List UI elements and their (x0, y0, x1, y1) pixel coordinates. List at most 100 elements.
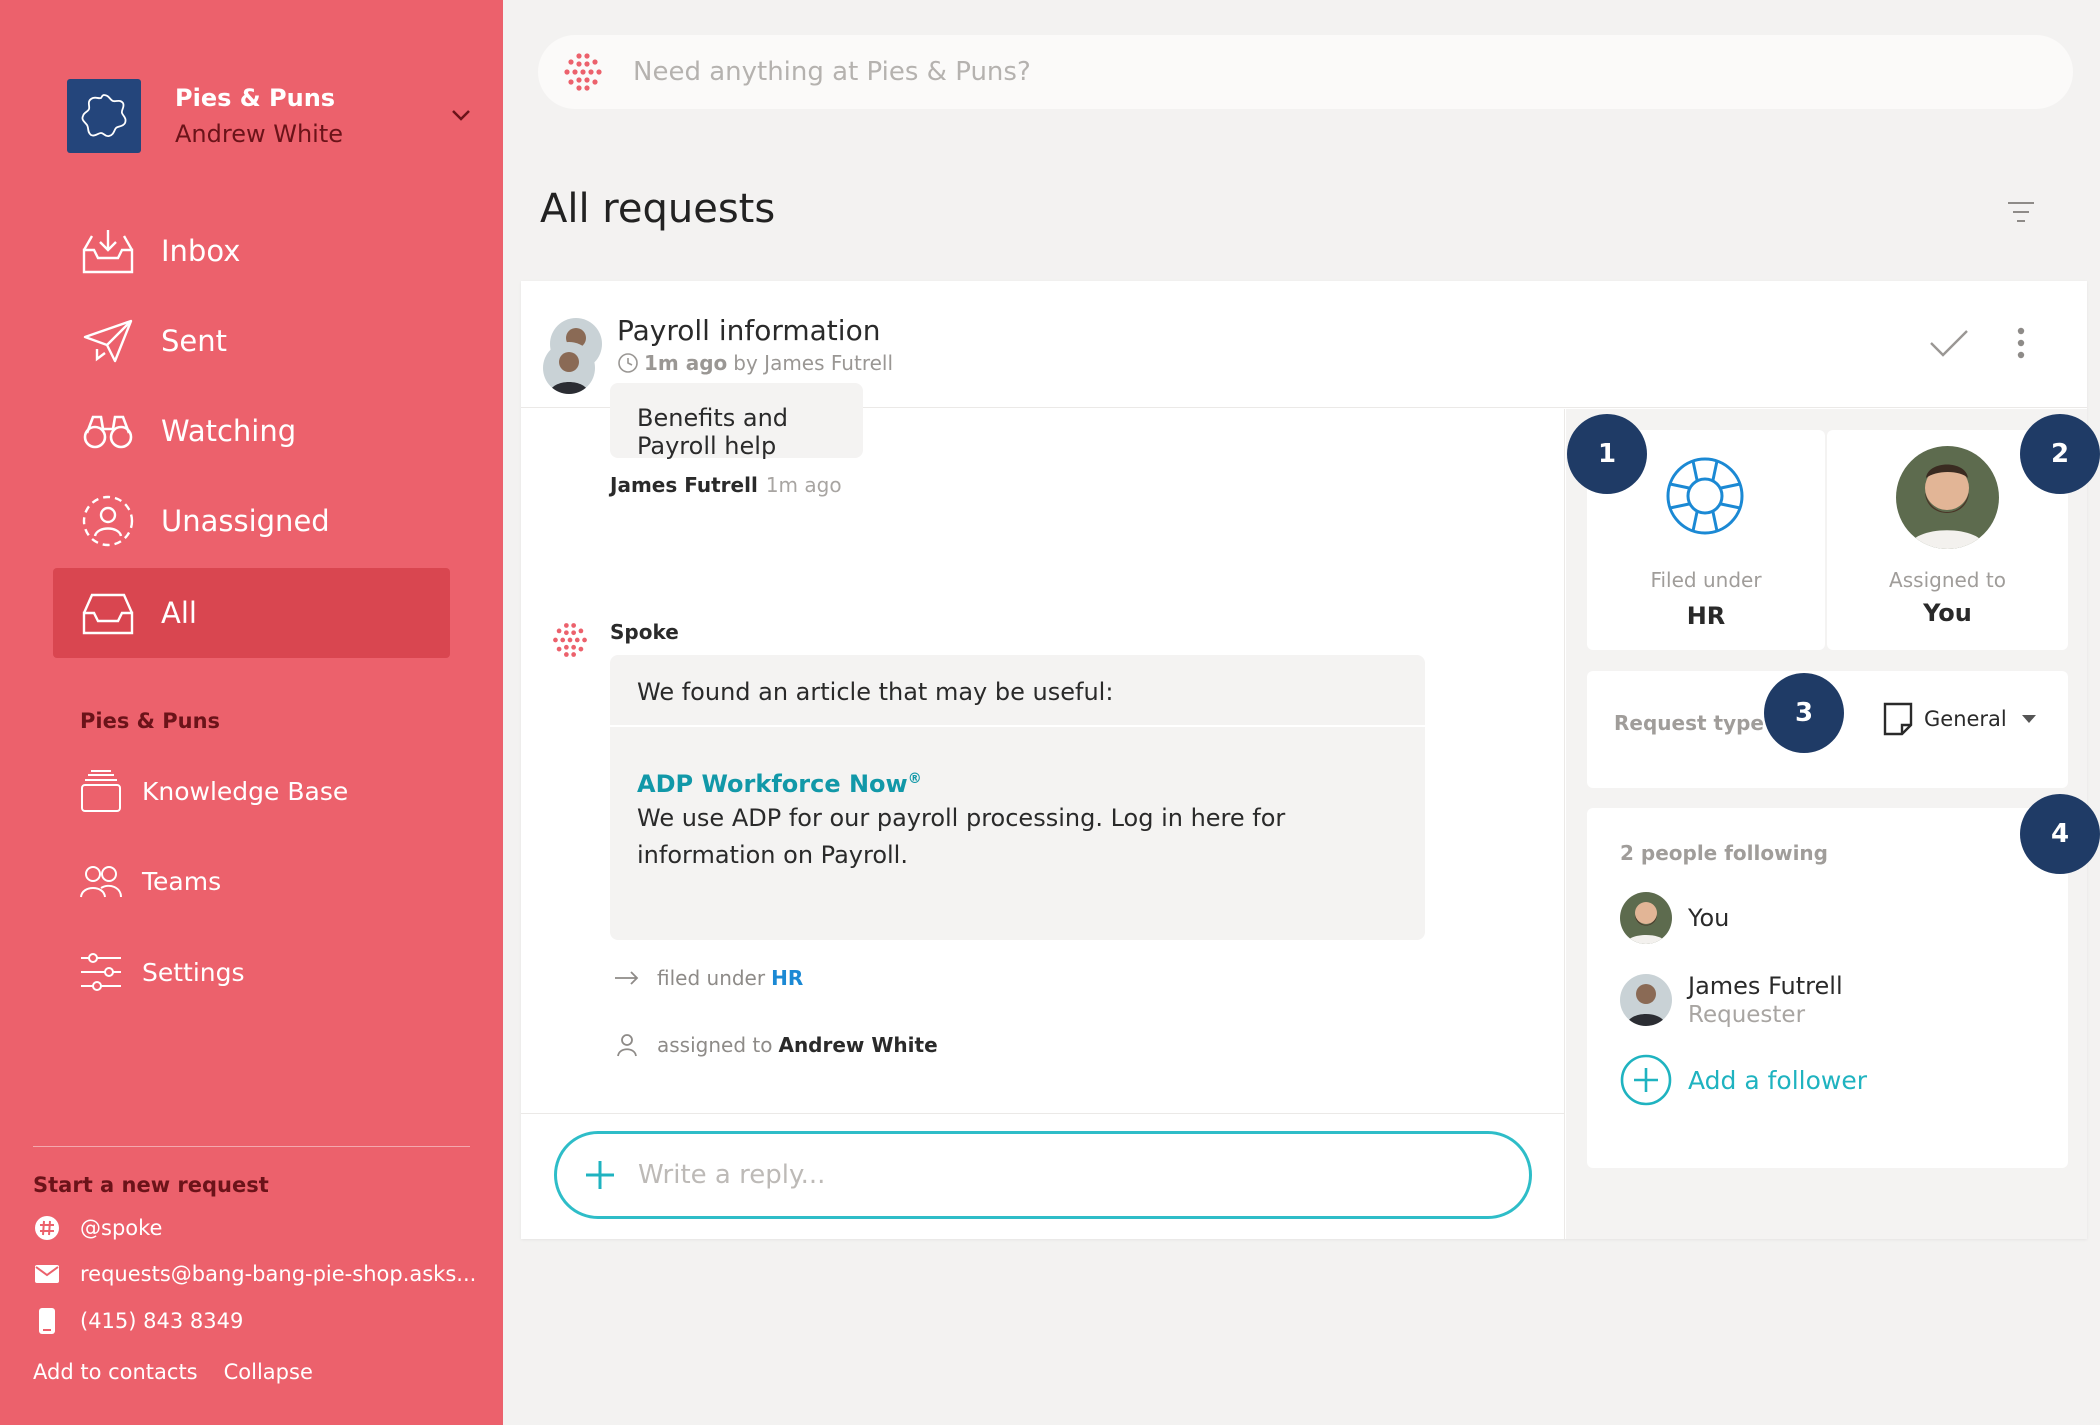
follower-row[interactable]: James Futrell Requester (1620, 972, 1843, 1028)
add-circle-icon (1620, 1054, 1672, 1106)
contact-email[interactable]: requests@bang-bang-pie-shop.asks... (33, 1258, 476, 1290)
spoke-avatar-icon (550, 620, 594, 664)
person-icon (612, 1033, 642, 1057)
request-time: 1m ago (644, 351, 728, 375)
avatar (1620, 974, 1672, 1026)
sidebar-item-sent[interactable]: Sent (53, 296, 450, 386)
contact-phone[interactable]: (415) 843 8349 (33, 1305, 243, 1337)
article-description: We use ADP for our payroll processing. L… (637, 804, 1286, 869)
collapse-link[interactable]: Collapse (224, 1360, 313, 1384)
event-filed: filed under HR (612, 966, 803, 990)
sidebar: Pies & Puns Andrew White Inbox Sent Watc… (0, 0, 503, 1425)
request-meta: 1m ago by James Futrell (617, 351, 893, 375)
article-intro: We found an article that may be useful: (610, 655, 1425, 727)
page-title: All requests (540, 186, 776, 232)
follower-row[interactable]: You (1620, 892, 1729, 944)
note-icon (1883, 702, 1913, 736)
filter-icon[interactable] (2006, 199, 2036, 225)
callout-badge-2: 2 (2020, 414, 2100, 494)
unassigned-user-icon (79, 492, 137, 550)
sidebar-item-label: Settings (142, 957, 245, 987)
paper-plane-icon (79, 312, 137, 370)
sidebar-item-all[interactable]: All (53, 568, 450, 658)
reply-input[interactable] (638, 1160, 1498, 1190)
more-options-icon[interactable] (2011, 325, 2031, 365)
start-request-label: Start a new request (33, 1173, 269, 1197)
article-suggestion: We found an article that may be useful: … (610, 655, 1425, 940)
avatar (1620, 892, 1672, 944)
message-author-name: James Futrell (610, 473, 758, 497)
event-assigned-prefix: assigned to (657, 1033, 773, 1057)
workspace-user: Andrew White (175, 119, 344, 148)
message-time: 1m ago (765, 473, 842, 497)
followers-title: 2 people following (1620, 841, 1828, 865)
event-filed-prefix: filed under (657, 966, 766, 990)
callout-badge-3: 3 (1764, 673, 1844, 753)
request-title[interactable]: Payroll information (617, 314, 880, 347)
sidebar-item-label: Watching (161, 414, 297, 448)
add-follower-button[interactable]: Add a follower (1620, 1054, 1867, 1106)
sidebar-item-label: All (161, 596, 197, 630)
follower-name: You (1688, 904, 1730, 932)
event-filed-link[interactable]: HR (771, 966, 803, 990)
article-link[interactable]: ADP Workforce Now® (637, 770, 1398, 798)
chevron-down-icon[interactable] (445, 103, 477, 127)
event-assigned: assigned to Andrew White (612, 1033, 938, 1057)
binoculars-icon (79, 402, 137, 460)
sidebar-item-label: Inbox (161, 234, 241, 268)
followers-tile: 2 people following You James Futrell Req… (1587, 808, 2068, 1168)
phone-icon (33, 1307, 61, 1335)
message-author: Spoke (610, 620, 679, 644)
contact-email-label: requests@bang-bang-pie-shop.asks... (80, 1262, 477, 1286)
add-to-contacts-link[interactable]: Add to contacts (33, 1360, 198, 1384)
flower-logo-icon (81, 93, 127, 137)
request-type-value: General (1924, 707, 2007, 731)
search-input[interactable] (633, 57, 1933, 87)
workspace-name: Pies & Puns (175, 83, 336, 112)
message-author: James Futrell 1m ago (610, 473, 842, 497)
sidebar-item-knowledge-base[interactable]: Knowledge Base (78, 761, 348, 821)
event-assigned-value: Andrew White (778, 1033, 938, 1057)
filed-under-caption: Filed under (1650, 568, 1762, 592)
sidebar-item-unassigned[interactable]: Unassigned (53, 476, 450, 566)
search-bar[interactable] (538, 35, 2073, 109)
registered-mark: ® (907, 771, 922, 787)
sidebar-item-inbox[interactable]: Inbox (53, 206, 450, 296)
sidebar-item-label: Unassigned (161, 504, 330, 538)
assigned-to-caption: Assigned to (1889, 568, 2006, 592)
slack-icon (33, 1214, 61, 1242)
plus-icon[interactable] (582, 1157, 618, 1193)
follower-role: Requester (1688, 1002, 1806, 1028)
envelope-icon (33, 1260, 61, 1288)
resolve-check-button[interactable] (1927, 325, 1971, 361)
tray-icon (79, 584, 137, 642)
filed-under-value: HR (1686, 602, 1726, 630)
avatar (543, 342, 595, 394)
workspace-switcher[interactable]: Pies & Puns Andrew White (67, 78, 477, 153)
reply-divider (521, 1113, 1565, 1114)
message-text: Benefits and Payroll help (637, 404, 789, 460)
add-follower-label: Add a follower (1688, 1065, 1868, 1095)
reply-box[interactable] (554, 1131, 1532, 1219)
sidebar-item-settings[interactable]: Settings (78, 942, 245, 1002)
sidebar-item-label: Teams (142, 866, 222, 896)
sidebar-item-watching[interactable]: Watching (53, 386, 450, 476)
workspace-section-label: Pies & Puns (80, 709, 221, 733)
contact-slack-label: @spoke (80, 1216, 163, 1240)
article-title[interactable]: ADP Workforce Now (637, 770, 908, 798)
contact-phone-label: (415) 843 8349 (80, 1309, 244, 1333)
request-type-select[interactable]: General (1882, 701, 2037, 737)
callout-badge-1: 1 (1567, 414, 1647, 494)
request-type-label: Request type (1614, 711, 1764, 735)
contact-slack[interactable]: @spoke (33, 1212, 162, 1244)
avatar (1896, 446, 1999, 549)
callout-badge-4: 4 (2020, 794, 2100, 874)
sidebar-item-label: Sent (161, 324, 228, 358)
sliders-icon (78, 949, 124, 995)
people-icon (78, 858, 124, 904)
clock-icon (618, 353, 638, 373)
follower-name: James Futrell (1688, 972, 1843, 1000)
sidebar-item-teams[interactable]: Teams (78, 851, 221, 911)
message-bubble: Benefits and Payroll help (610, 383, 863, 460)
request-author: by James Futrell (733, 351, 894, 375)
